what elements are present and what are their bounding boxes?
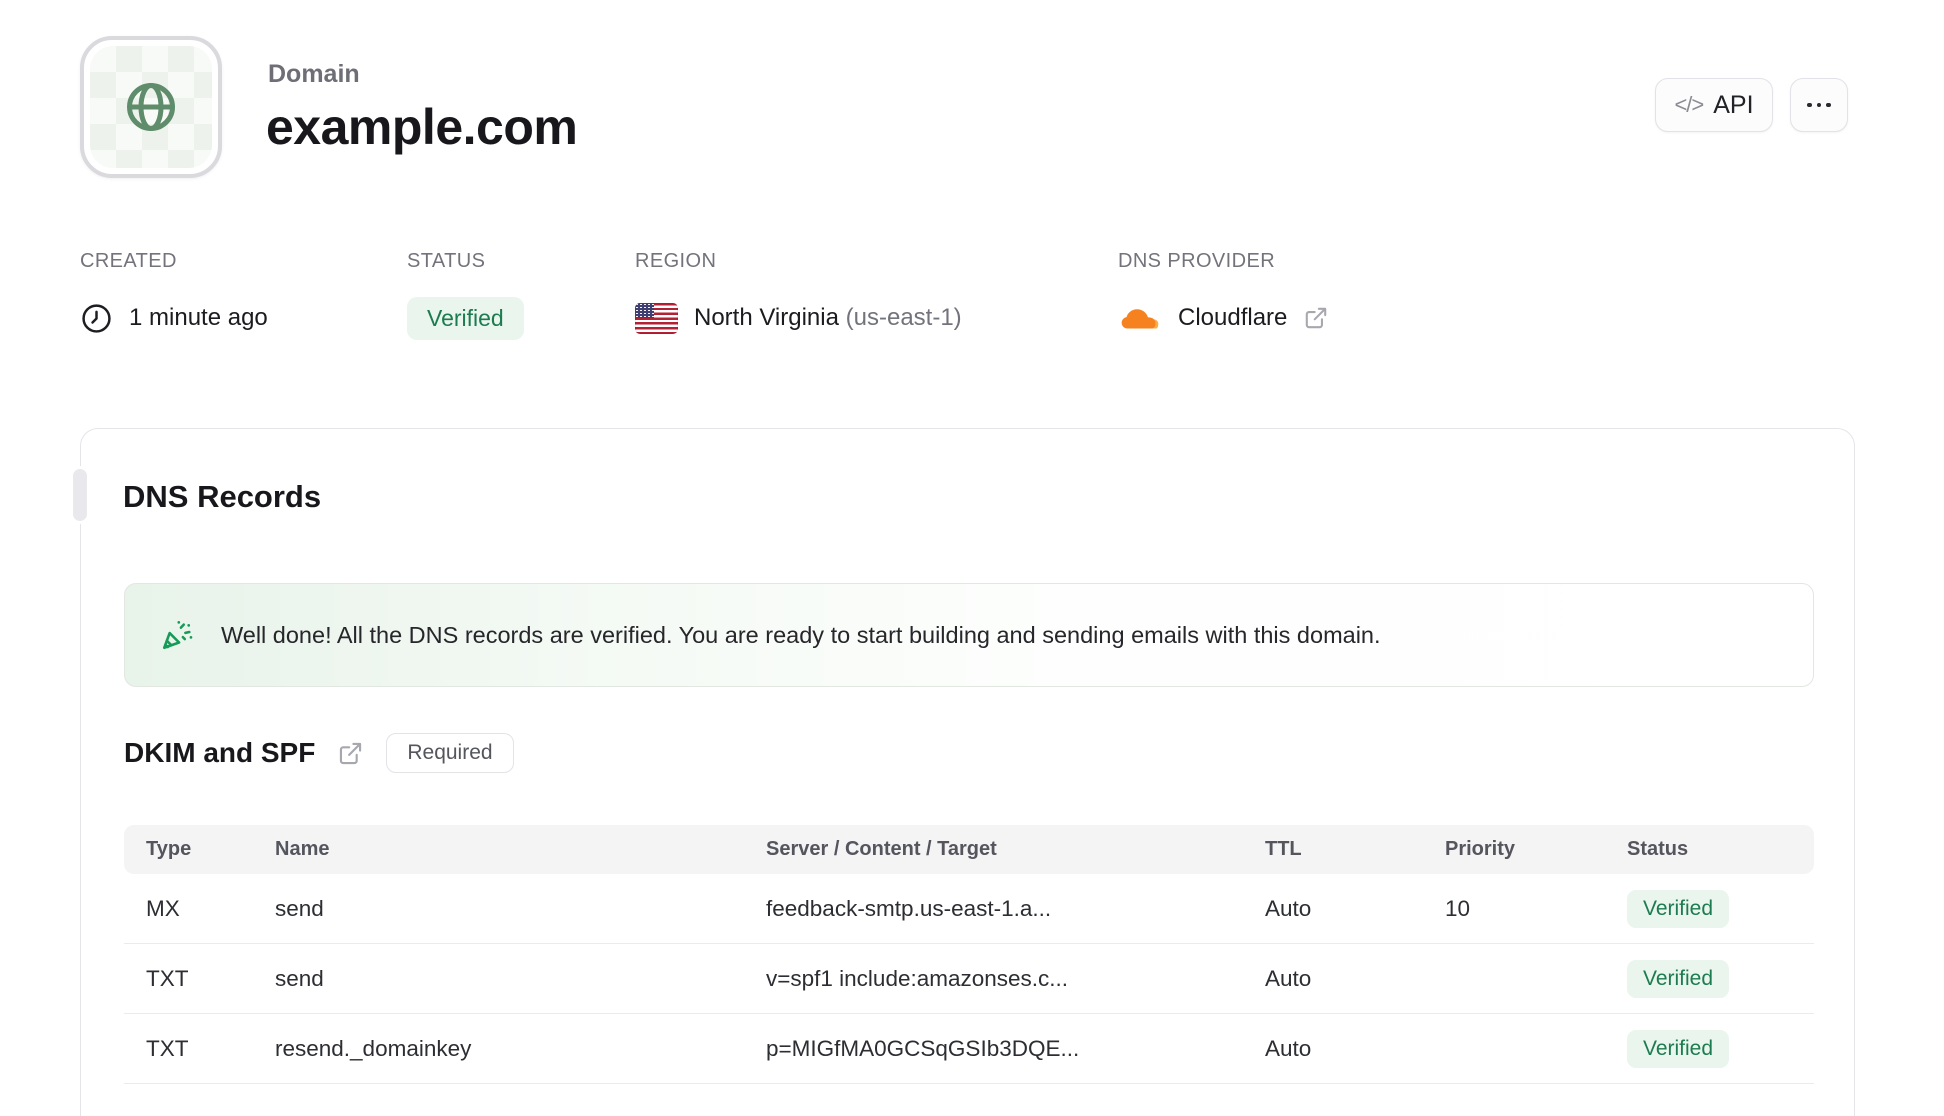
dns-provider-text: Cloudflare — [1178, 304, 1288, 331]
api-button[interactable]: </> API — [1655, 78, 1773, 132]
page-title: example.com — [266, 99, 578, 155]
status-value: Verified — [407, 296, 524, 340]
cell-ttl: Auto — [1265, 895, 1312, 921]
cell-status: Verified — [1605, 1029, 1814, 1068]
table-header-row: Type Name Server / Content / Target TTL … — [124, 825, 1814, 874]
domain-avatar-pattern — [90, 46, 212, 168]
success-banner: Well done! All the DNS records are verif… — [124, 583, 1814, 687]
ellipsis-icon — [1807, 102, 1831, 108]
more-options-button[interactable] — [1790, 78, 1848, 132]
us-flag-icon — [635, 302, 678, 334]
column-header-name: Name — [275, 838, 330, 860]
status-label: STATUS — [407, 250, 486, 272]
verified-badge: Verified — [1627, 889, 1730, 928]
dns-provider-label: DNS PROVIDER — [1118, 250, 1276, 272]
cell-name: send — [275, 965, 324, 991]
external-link-icon[interactable] — [1303, 305, 1329, 331]
created-label: CREATED — [80, 250, 177, 272]
dkim-spf-section-header: DKIM and SPF Required — [124, 729, 514, 777]
cell-name: resend._domainkey — [275, 1035, 472, 1061]
domain-eyebrow-label: Domain — [268, 60, 360, 88]
globe-icon — [119, 75, 183, 139]
party-popper-icon — [159, 617, 195, 653]
cell-status: Verified — [1605, 959, 1814, 998]
table-row[interactable]: MX send feedback-smtp.us-east-1.a... Aut… — [124, 874, 1814, 944]
verified-badge: Verified — [1627, 959, 1730, 998]
dns-records-table: Type Name Server / Content / Target TTL … — [124, 825, 1814, 1084]
cell-type: TXT — [146, 965, 189, 991]
cell-status: Verified — [1605, 889, 1814, 928]
clock-icon — [80, 302, 113, 335]
cloudflare-icon — [1118, 303, 1162, 333]
cell-content: v=spf1 include:amazonses.c... — [766, 965, 1069, 991]
code-icon: </> — [1674, 92, 1704, 117]
created-text: 1 minute ago — [129, 304, 268, 331]
table-row[interactable]: TXT resend._domainkey p=MIGfMA0GCSqGSIb3… — [124, 1014, 1814, 1084]
column-header-priority: Priority — [1445, 838, 1516, 860]
cell-content: feedback-smtp.us-east-1.a... — [766, 895, 1052, 921]
dns-records-card: DNS Records Well done! All the DNS recor… — [70, 428, 1855, 1116]
domain-avatar — [80, 36, 222, 178]
cell-priority: 10 — [1445, 895, 1471, 921]
column-header-status: Status — [1627, 838, 1689, 860]
cell-name: send — [275, 895, 324, 921]
region-name: North Virginia — [694, 304, 839, 331]
region-value: North Virginia (us-east-1) — [635, 296, 962, 340]
region-text: North Virginia (us-east-1) — [694, 304, 962, 332]
cell-ttl: Auto — [1265, 965, 1312, 991]
column-header-content: Server / Content / Target — [766, 838, 997, 860]
column-header-type: Type — [146, 838, 192, 860]
cell-content: p=MIGfMA0GCSqGSIb3DQE... — [766, 1035, 1080, 1061]
region-label: REGION — [635, 250, 717, 272]
table-row[interactable]: TXT send v=spf1 include:amazonses.c... A… — [124, 944, 1814, 1014]
success-banner-text: Well done! All the DNS records are verif… — [221, 621, 1381, 648]
required-badge: Required — [386, 733, 514, 773]
cell-type: TXT — [146, 1035, 189, 1061]
created-value: 1 minute ago — [80, 296, 268, 340]
status-badge: Verified — [407, 296, 524, 340]
external-link-icon[interactable] — [337, 740, 364, 767]
column-header-ttl: TTL — [1265, 838, 1302, 860]
dns-records-title: DNS Records — [123, 479, 322, 514]
verified-badge: Verified — [1627, 1029, 1730, 1068]
region-code: (us-east-1) — [845, 304, 962, 331]
card-scroll-pill — [70, 466, 90, 524]
api-button-label: API — [1713, 90, 1754, 119]
cell-type: MX — [146, 895, 180, 921]
domain-detail-page: Domain example.com </> API CREATED 1 min… — [0, 0, 1944, 1116]
cell-ttl: Auto — [1265, 1035, 1312, 1061]
dkim-spf-title: DKIM and SPF — [124, 737, 316, 768]
dns-provider-value[interactable]: Cloudflare — [1118, 296, 1329, 340]
